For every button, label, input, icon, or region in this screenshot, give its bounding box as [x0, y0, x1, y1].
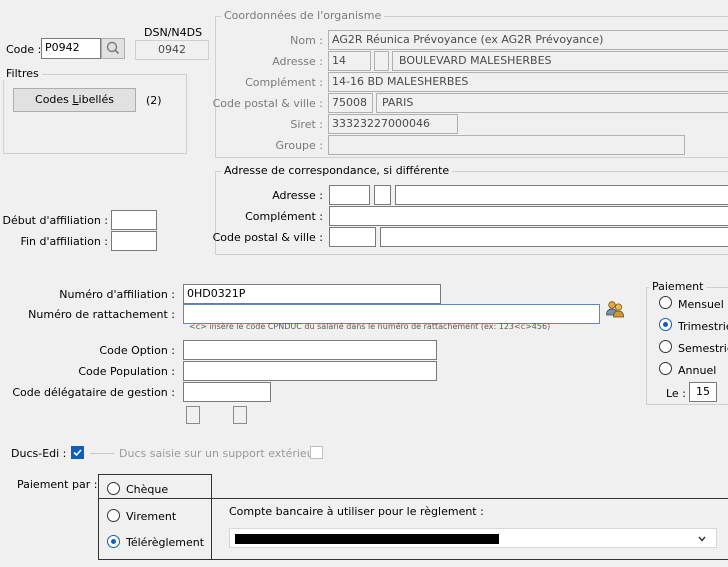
code-delegataire-input[interactable] — [183, 382, 271, 402]
correspondance-title: Adresse de correspondance, si différente — [221, 164, 453, 177]
corr-adresse-bis[interactable] — [374, 185, 391, 205]
filters-title: Filtres — [3, 67, 42, 80]
ducs-edi-checkbox[interactable] — [71, 446, 84, 459]
ducs-separator — [90, 453, 114, 454]
adresse-label: Adresse : — [272, 55, 323, 68]
siret-value: 33323227000046 — [328, 114, 458, 134]
corr-cp-label: Code postal & ville : — [212, 231, 323, 244]
codes-button-text-pre: Codes — [35, 93, 73, 106]
corr-cp[interactable] — [329, 227, 376, 247]
compte-label: Compte bancaire à utiliser pour le règle… — [229, 505, 484, 518]
nom-value: AG2R Réunica Prévoyance (ex AG2R Prévoya… — [328, 30, 728, 50]
numero-affiliation-input[interactable]: 0HD0321P — [183, 284, 441, 304]
debut-affiliation-input[interactable] — [111, 210, 157, 230]
check-icon — [73, 449, 82, 457]
le-input[interactable]: 15 — [689, 382, 717, 402]
rattachement-hint: <c> insère le code CPNDUC du salarié dan… — [189, 322, 551, 331]
ducs-support-checkbox[interactable] — [310, 446, 323, 459]
corr-adresse-voie[interactable] — [395, 185, 728, 205]
adresse-voie: BOULEVARD MALESHERBES — [392, 51, 728, 71]
radio-semestriel[interactable] — [659, 340, 672, 353]
fin-affiliation-input[interactable] — [111, 231, 157, 251]
radio-semestriel-label: Semestriel — [678, 342, 728, 355]
groupe-label: Groupe : — [275, 139, 323, 152]
compte-select[interactable] — [229, 528, 717, 548]
rattachement-users-button[interactable] — [604, 298, 626, 320]
debut-affiliation-label: Début d'affiliation : — [2, 214, 108, 227]
numero-affiliation-label: Numéro d'affiliation : — [59, 288, 175, 301]
compte-redacted-value — [235, 534, 499, 544]
users-icon — [606, 301, 624, 318]
radio-cheque[interactable] — [107, 482, 120, 495]
radio-mensuel-label: Mensuel — [678, 298, 724, 311]
adresse-num: 14 — [328, 51, 371, 71]
radio-trimestriel-label: Trimestriel — [678, 320, 728, 333]
complement-label: Complément : — [245, 76, 323, 89]
filters-group — [3, 74, 187, 154]
paiement-title: Paiement — [649, 280, 707, 293]
small-field-2[interactable] — [233, 406, 247, 424]
ville-value: PARIS — [376, 93, 728, 113]
ducs-support-label: Ducs saisie sur un support extérieur — [119, 447, 319, 460]
numero-rattachement-input[interactable] — [183, 304, 600, 324]
codes-count: (2) — [146, 94, 162, 107]
organisme-title: Coordonnées de l'organisme — [221, 9, 385, 22]
nom-label: Nom : — [290, 34, 323, 47]
radio-telereglement-label: Télérèglement — [126, 536, 205, 549]
radio-virement[interactable] — [107, 509, 120, 522]
siret-label: Siret : — [290, 118, 323, 131]
corr-complement[interactable] — [329, 206, 728, 226]
code-option-input[interactable] — [183, 340, 437, 360]
code-search-button[interactable] — [101, 38, 125, 59]
dsn-value: 0942 — [135, 40, 209, 60]
cp-value: 75008 — [328, 93, 373, 113]
search-icon — [106, 41, 120, 55]
code-delegataire-label: Code délégataire de gestion : — [12, 386, 175, 399]
corr-adresse-label: Adresse : — [272, 189, 323, 202]
corr-complement-label: Complément : — [245, 210, 323, 223]
paiement-par-label: Paiement par : — [17, 478, 98, 491]
complement-value: 14-16 BD MALESHERBES — [328, 72, 728, 92]
codes-button-text-post: ibellés — [78, 93, 114, 106]
radio-annuel[interactable] — [659, 362, 672, 375]
codes-libelles-button[interactable]: Codes Libellés — [13, 88, 136, 112]
fin-affiliation-label: Fin d'affiliation : — [20, 235, 108, 248]
cp-label: Code postal & ville : — [212, 97, 323, 110]
radio-cheque-label: Chèque — [126, 483, 169, 496]
radio-annuel-label: Annuel — [678, 364, 717, 377]
radio-mensuel[interactable] — [659, 296, 672, 309]
corr-adresse-num[interactable] — [329, 185, 370, 205]
corr-ville[interactable] — [380, 227, 728, 247]
ducs-edi-label: Ducs-Edi : — [11, 447, 67, 460]
numero-rattachement-label: Numéro de rattachement : — [28, 308, 175, 321]
code-label: Code : — [6, 43, 42, 56]
code-population-label: Code Population : — [78, 365, 175, 378]
radio-trimestriel[interactable] — [659, 318, 672, 331]
code-input[interactable]: P0942 — [41, 38, 101, 59]
code-population-input[interactable] — [183, 361, 437, 381]
groupe-value — [328, 135, 685, 155]
code-option-label: Code Option : — [99, 344, 175, 357]
small-field-1[interactable] — [186, 406, 200, 424]
adresse-bis — [374, 51, 389, 71]
paiement-par-divider — [98, 498, 212, 499]
dsn-label: DSN/N4DS — [144, 26, 203, 39]
chevron-down-icon — [698, 536, 706, 542]
le-label: Le : — [666, 387, 686, 400]
radio-telereglement[interactable] — [107, 535, 120, 548]
radio-virement-label: Virement — [126, 510, 177, 523]
